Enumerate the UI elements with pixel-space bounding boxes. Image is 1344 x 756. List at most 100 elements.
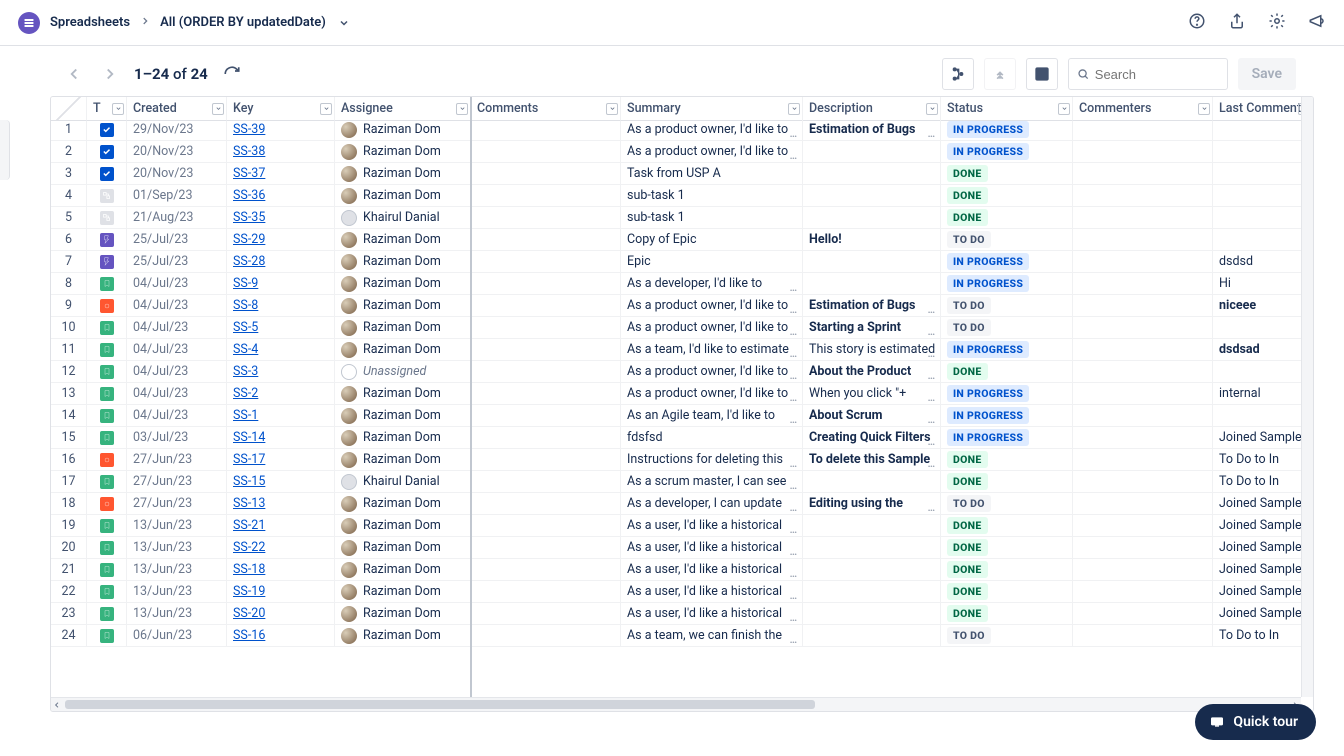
cell-created[interactable]: 04/Jul/23 (127, 273, 227, 295)
cell-created[interactable]: 04/Jul/23 (127, 405, 227, 427)
chevron-down-icon[interactable] (338, 17, 350, 29)
cell-last-comment[interactable]: Hi (1213, 273, 1313, 295)
cell-description[interactable] (803, 515, 941, 537)
status-badge[interactable]: TO DO (947, 319, 991, 336)
hierarchy-button[interactable] (942, 58, 974, 90)
cell-status[interactable]: DONE (941, 515, 1073, 537)
status-badge[interactable]: DONE (947, 561, 988, 578)
row-number[interactable]: 17 (51, 471, 87, 493)
cell-comments[interactable] (471, 295, 621, 317)
cell-comments[interactable] (471, 537, 621, 559)
cell-commenters[interactable] (1073, 361, 1213, 383)
row-number[interactable]: 13 (51, 383, 87, 405)
column-splitter[interactable] (470, 97, 472, 697)
row-number[interactable]: 22 (51, 581, 87, 603)
status-badge[interactable]: IN PROGRESS (947, 407, 1029, 424)
cell-description[interactable] (803, 559, 941, 581)
cell-type[interactable] (87, 251, 127, 273)
quick-tour-button[interactable]: Quick tour (1195, 704, 1316, 740)
cell-description[interactable] (803, 581, 941, 603)
cell-summary[interactable]: sub-task 1 (621, 185, 803, 207)
cell-assignee[interactable]: Raziman Dom (335, 383, 471, 405)
cell-summary[interactable]: As a user, I'd like a historical… (621, 537, 803, 559)
status-badge[interactable]: IN PROGRESS (947, 121, 1029, 138)
cell-status[interactable]: IN PROGRESS (941, 119, 1073, 141)
column-dropdown-icon[interactable] (788, 103, 800, 115)
cell-comments[interactable] (471, 427, 621, 449)
column-dropdown-icon[interactable] (606, 103, 618, 115)
row-number[interactable]: 2 (51, 141, 87, 163)
col-header-last-comment[interactable]: Last Comment (1213, 97, 1313, 121)
status-badge[interactable]: DONE (947, 605, 988, 622)
issue-key-link[interactable]: SS-3 (233, 364, 258, 379)
cell-last-comment[interactable]: To Do to In (1213, 449, 1313, 471)
cell-status[interactable]: DONE (941, 449, 1073, 471)
cell-comments[interactable] (471, 603, 621, 625)
cell-type[interactable] (87, 163, 127, 185)
row-number[interactable]: 23 (51, 603, 87, 625)
row-number[interactable]: 1 (51, 119, 87, 141)
row-number[interactable]: 19 (51, 515, 87, 537)
cell-comments[interactable] (471, 383, 621, 405)
cell-type[interactable] (87, 317, 127, 339)
cell-commenters[interactable] (1073, 295, 1213, 317)
cell-assignee[interactable]: Raziman Dom (335, 405, 471, 427)
cell-commenters[interactable] (1073, 493, 1213, 515)
cell-description[interactable]: Estimation of Bugs… (803, 119, 941, 141)
issue-key-link[interactable]: SS-35 (233, 210, 265, 225)
cell-created[interactable]: 04/Jul/23 (127, 383, 227, 405)
cell-description[interactable]: About Scrum… (803, 405, 941, 427)
cell-comments[interactable] (471, 229, 621, 251)
cell-assignee[interactable]: Raziman Dom (335, 625, 471, 647)
cell-comments[interactable] (471, 339, 621, 361)
search-box[interactable] (1068, 58, 1228, 90)
cell-key[interactable]: SS-4 (227, 339, 335, 361)
cell-assignee[interactable]: Raziman Dom (335, 515, 471, 537)
cell-status[interactable]: TO DO (941, 625, 1073, 647)
row-number[interactable]: 14 (51, 405, 87, 427)
cell-last-comment[interactable] (1213, 229, 1313, 251)
cell-last-comment[interactable]: To Do to In (1213, 625, 1313, 647)
cell-comments[interactable] (471, 449, 621, 471)
cell-description[interactable] (803, 141, 941, 163)
cell-type[interactable] (87, 207, 127, 229)
cell-status[interactable]: DONE (941, 471, 1073, 493)
cell-summary[interactable]: As a product owner, I'd like to… (621, 361, 803, 383)
issue-key-link[interactable]: SS-21 (233, 518, 265, 533)
cell-last-comment[interactable]: internal (1213, 383, 1313, 405)
cell-comments[interactable] (471, 361, 621, 383)
cell-created[interactable]: 27/Jun/23 (127, 493, 227, 515)
cell-description[interactable]: Starting a Sprint… (803, 317, 941, 339)
cell-created[interactable]: 04/Jul/23 (127, 339, 227, 361)
cell-key[interactable]: SS-28 (227, 251, 335, 273)
issue-key-link[interactable]: SS-19 (233, 584, 265, 599)
scrollbar-thumb[interactable] (65, 700, 815, 709)
cell-status[interactable]: DONE (941, 185, 1073, 207)
vertical-scrollbar[interactable] (1301, 97, 1313, 697)
cell-type[interactable] (87, 405, 127, 427)
cell-created[interactable]: 27/Jun/23 (127, 449, 227, 471)
cell-status[interactable]: TO DO (941, 317, 1073, 339)
status-badge[interactable]: TO DO (947, 297, 991, 314)
cell-key[interactable]: SS-36 (227, 185, 335, 207)
cell-commenters[interactable] (1073, 515, 1213, 537)
cell-key[interactable]: SS-35 (227, 207, 335, 229)
cell-commenters[interactable] (1073, 405, 1213, 427)
cell-created[interactable]: 06/Jun/23 (127, 625, 227, 647)
cell-created[interactable]: 20/Nov/23 (127, 141, 227, 163)
cell-created[interactable]: 29/Nov/23 (127, 119, 227, 141)
cell-created[interactable]: 04/Jul/23 (127, 317, 227, 339)
cell-type[interactable] (87, 119, 127, 141)
cell-last-comment[interactable] (1213, 361, 1313, 383)
cell-key[interactable]: SS-8 (227, 295, 335, 317)
settings-icon[interactable] (1268, 12, 1286, 34)
cell-assignee[interactable]: Raziman Dom (335, 559, 471, 581)
cell-key[interactable]: SS-17 (227, 449, 335, 471)
issue-key-link[interactable]: SS-18 (233, 562, 265, 577)
status-badge[interactable]: IN PROGRESS (947, 429, 1029, 446)
cell-status[interactable]: DONE (941, 163, 1073, 185)
cell-assignee[interactable]: Raziman Dom (335, 141, 471, 163)
cell-type[interactable] (87, 427, 127, 449)
breadcrumb-module[interactable]: Spreadsheets (50, 15, 130, 30)
cell-key[interactable]: SS-18 (227, 559, 335, 581)
